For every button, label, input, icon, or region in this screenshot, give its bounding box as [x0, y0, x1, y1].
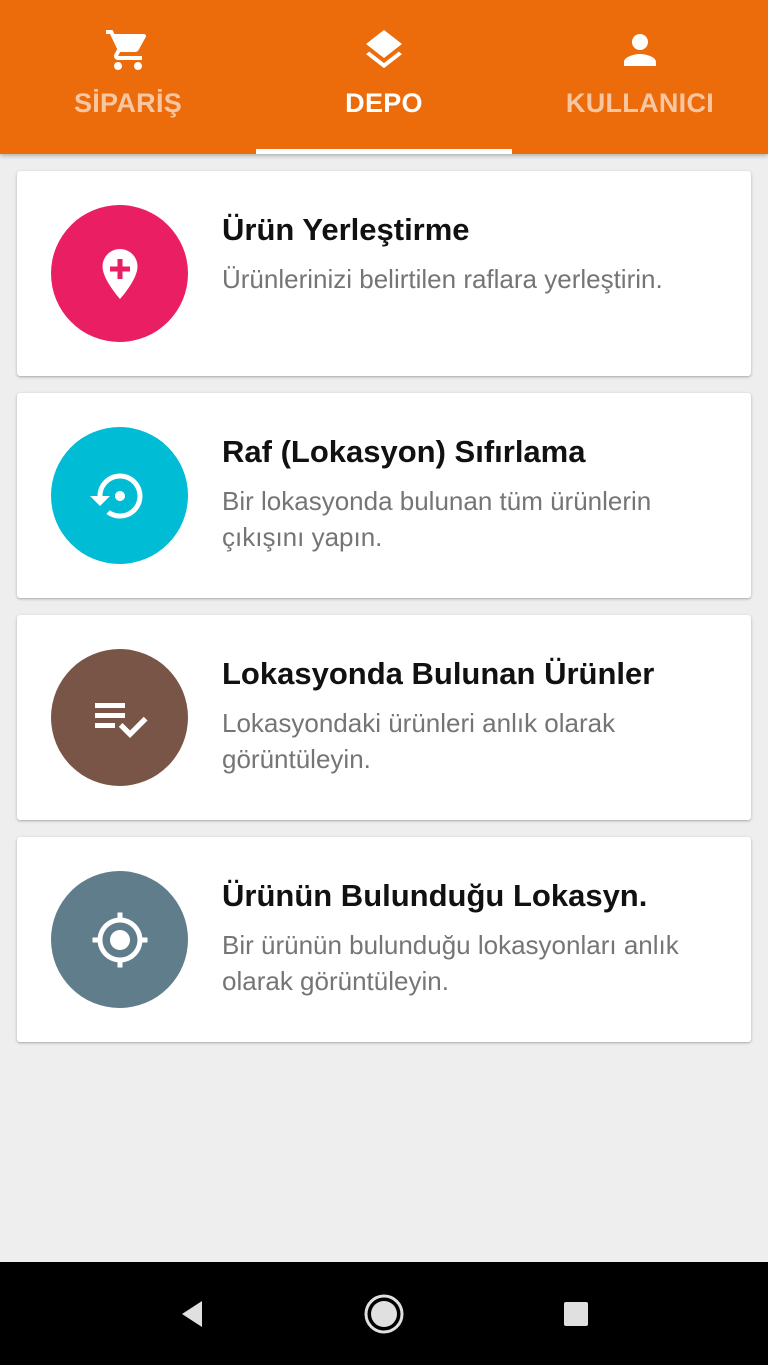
- tab-indicator: [512, 149, 768, 154]
- app-root: SİPARİŞ DEPO KULLANICI Ürün Yerleştirme …: [0, 0, 768, 1365]
- card-title: Raf (Lokasyon) Sıfırlama: [222, 434, 586, 469]
- card-text: Raf (Lokasyon) Sıfırlama Bir lokasyonda …: [222, 433, 731, 555]
- card-title: Lokasyonda Bulunan Ürünler: [222, 656, 655, 691]
- recents-button[interactable]: [554, 1292, 598, 1336]
- card-raf-sifirlama[interactable]: Raf (Lokasyon) Sıfırlama Bir lokasyonda …: [17, 393, 751, 598]
- home-circle-icon: [364, 1294, 404, 1334]
- card-avatar: [51, 205, 188, 342]
- card-avatar: [51, 871, 188, 1008]
- top-tab-bar: SİPARİŞ DEPO KULLANICI: [0, 0, 768, 154]
- tab-label: SİPARİŞ: [73, 88, 183, 118]
- playlist-check-icon: [94, 702, 147, 738]
- gps-target-icon: [92, 912, 147, 967]
- system-navigation-bar: [0, 1262, 768, 1365]
- back-triangle-icon: [182, 1301, 202, 1327]
- card-text: Ürün Yerleştirme Ürünlerinizi belirtilen…: [222, 211, 731, 297]
- back-button[interactable]: [170, 1292, 214, 1336]
- tab-indicator: [0, 149, 256, 154]
- restore-icon: [89, 473, 142, 518]
- card-description: Ürünlerinizi belirtilen raflara yerleşti…: [222, 264, 663, 294]
- card-avatar: [51, 649, 188, 786]
- card-urun-yerlestirme[interactable]: Ürün Yerleştirme Ürünlerinizi belirtilen…: [17, 171, 751, 376]
- card-title: Ürünün Bulunduğu Lokasyn.: [222, 878, 648, 913]
- tab-active-indicator: [256, 149, 512, 154]
- tab-depo[interactable]: DEPO: [256, 0, 512, 154]
- home-button[interactable]: [362, 1292, 406, 1336]
- card-description: Bir ürünün bulunduğu lokasyonları anlık …: [222, 930, 679, 996]
- tab-label: DEPO: [345, 88, 423, 118]
- card-avatar: [51, 427, 188, 564]
- card-description: Bir lokasyonda bulunan tüm ürünlerin çık…: [222, 486, 652, 552]
- add-location-icon: [102, 248, 137, 299]
- card-urunun-bulundugu-lokasyon[interactable]: Ürünün Bulunduğu Lokasyn. Bir ürünün bul…: [17, 837, 751, 1042]
- card-lokasyonda-bulunan-urunler[interactable]: Lokasyonda Bulunan Ürünler Lokasyondaki …: [17, 615, 751, 820]
- layers-icon: [360, 26, 408, 74]
- tab-kullanici[interactable]: KULLANICI: [512, 0, 768, 154]
- recents-square-icon: [564, 1302, 588, 1326]
- tab-label: KULLANICI: [565, 88, 715, 118]
- card-description: Lokasyondaki ürünleri anlık olarak görün…: [222, 708, 616, 774]
- card-title: Ürün Yerleştirme: [222, 212, 470, 247]
- tab-siparis[interactable]: SİPARİŞ: [0, 0, 256, 154]
- cart-icon: [104, 26, 152, 74]
- menu-list: Ürün Yerleştirme Ürünlerinizi belirtilen…: [17, 171, 751, 1059]
- person-icon: [616, 26, 664, 74]
- card-text: Lokasyonda Bulunan Ürünler Lokasyondaki …: [222, 655, 731, 777]
- card-text: Ürünün Bulunduğu Lokasyn. Bir ürünün bul…: [222, 877, 731, 999]
